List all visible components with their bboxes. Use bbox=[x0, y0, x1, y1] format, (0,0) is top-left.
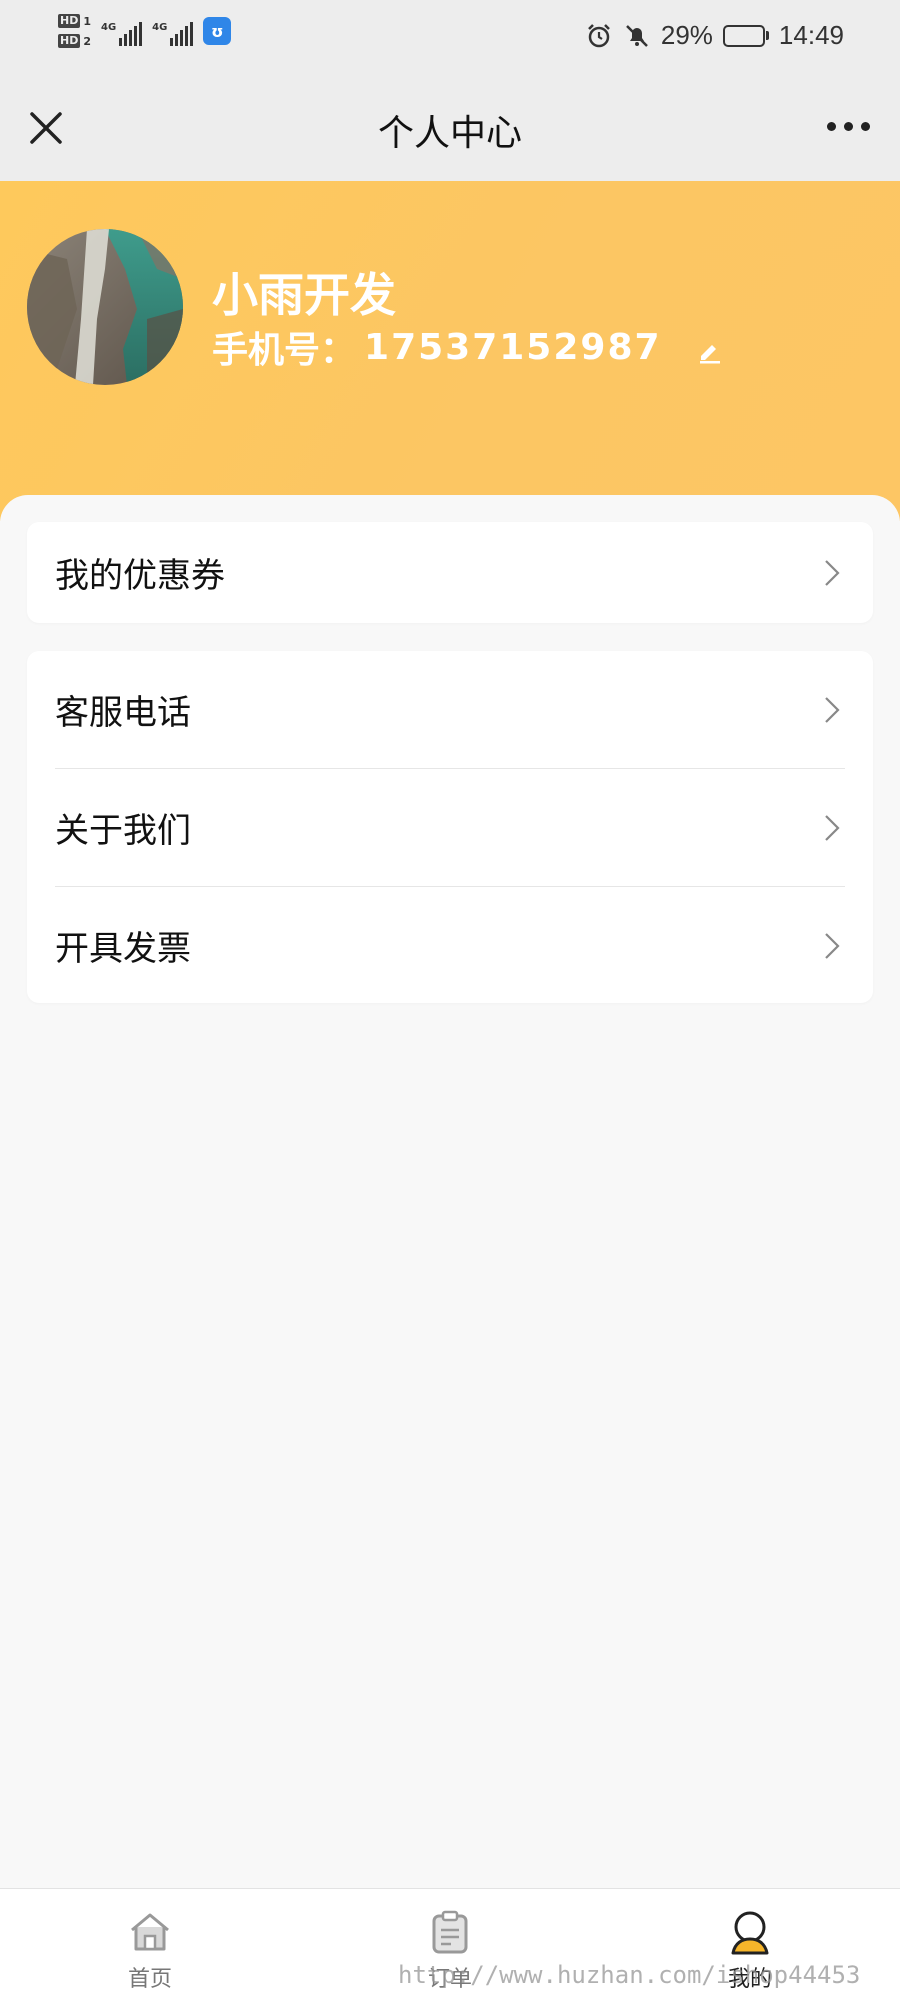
network-type-label: 4G bbox=[152, 22, 168, 33]
sim-index: 1 bbox=[83, 14, 91, 28]
status-left-group: HD 1 HD 2 4G 4G ʊ bbox=[58, 14, 232, 48]
chevron-right-icon bbox=[825, 932, 840, 959]
battery-percent: 29% bbox=[660, 20, 713, 50]
content-panel: 我的优惠券 客服电话 关于我们 开具发票 bbox=[0, 495, 900, 1888]
phone-number: 17537152987 bbox=[364, 326, 662, 368]
user-icon bbox=[731, 1911, 769, 1955]
tab-home[interactable]: 首页 bbox=[0, 1889, 300, 2000]
battery-icon bbox=[722, 24, 769, 47]
watermark: http://www.huzhan.com/ishop44453 bbox=[398, 1961, 861, 1989]
chevron-right-icon bbox=[825, 559, 840, 586]
chevron-right-icon bbox=[825, 814, 840, 841]
user-name: 小雨开发 bbox=[212, 268, 396, 322]
tab-bar: 首页 订单 我的 http://www.huzhan.com/ishop4445… bbox=[0, 1888, 900, 2000]
page-title: 个人中心 bbox=[377, 113, 522, 154]
profile-header: 小雨开发 手机号： 17537152987 bbox=[0, 181, 900, 521]
clipboard-icon bbox=[432, 1910, 468, 1954]
sim1-indicator: HD 1 bbox=[58, 14, 91, 28]
menu-item-about-us[interactable]: 关于我们 bbox=[27, 769, 873, 886]
service-card: 客服电话 关于我们 开具发票 bbox=[27, 651, 873, 1003]
menu-item-invoice[interactable]: 开具发票 bbox=[27, 887, 873, 1004]
sim-indicators: HD 1 HD 2 bbox=[58, 14, 91, 48]
menu-item-label: 客服电话 bbox=[55, 693, 191, 733]
menu-item-label: 我的优惠券 bbox=[55, 556, 225, 596]
coupon-card: 我的优惠券 bbox=[27, 522, 873, 623]
hd-badge: HD bbox=[58, 34, 81, 48]
phone-row: 手机号： 17537152987 bbox=[212, 321, 724, 373]
edit-pencil-icon[interactable] bbox=[696, 333, 724, 364]
home-icon bbox=[131, 1913, 169, 1951]
status-right-group: 29% 14:49 bbox=[585, 20, 844, 51]
avatar[interactable] bbox=[27, 229, 183, 385]
chevron-right-icon bbox=[825, 696, 840, 723]
menu-item-label: 开具发票 bbox=[55, 929, 191, 969]
tab-label: 首页 bbox=[127, 1967, 172, 1992]
more-dots-icon[interactable] bbox=[827, 122, 870, 131]
nav-bar: 个人中心 bbox=[0, 80, 900, 181]
bell-muted-icon bbox=[623, 22, 651, 50]
clock-time: 14:49 bbox=[778, 20, 844, 50]
phone-label: 手机号： bbox=[212, 330, 357, 371]
hd-badge: HD bbox=[58, 14, 81, 28]
signal-2: 4G bbox=[152, 14, 194, 48]
network-type-label: 4G bbox=[101, 22, 117, 33]
menu-item-coupons[interactable]: 我的优惠券 bbox=[27, 522, 873, 623]
menu-item-label: 关于我们 bbox=[55, 811, 191, 851]
sim2-indicator: HD 2 bbox=[58, 34, 91, 48]
signal-bars-icon bbox=[170, 22, 194, 46]
menu-item-customer-service[interactable]: 客服电话 bbox=[27, 651, 873, 768]
sim-index: 2 bbox=[83, 34, 91, 48]
signal-1: 4G bbox=[101, 14, 143, 48]
status-bar: HD 1 HD 2 4G 4G ʊ 29% 14:49 bbox=[0, 0, 900, 80]
notification-app-icon: ʊ bbox=[203, 17, 232, 45]
signal-bars-icon bbox=[119, 22, 143, 46]
alarm-clock-icon bbox=[585, 22, 613, 50]
